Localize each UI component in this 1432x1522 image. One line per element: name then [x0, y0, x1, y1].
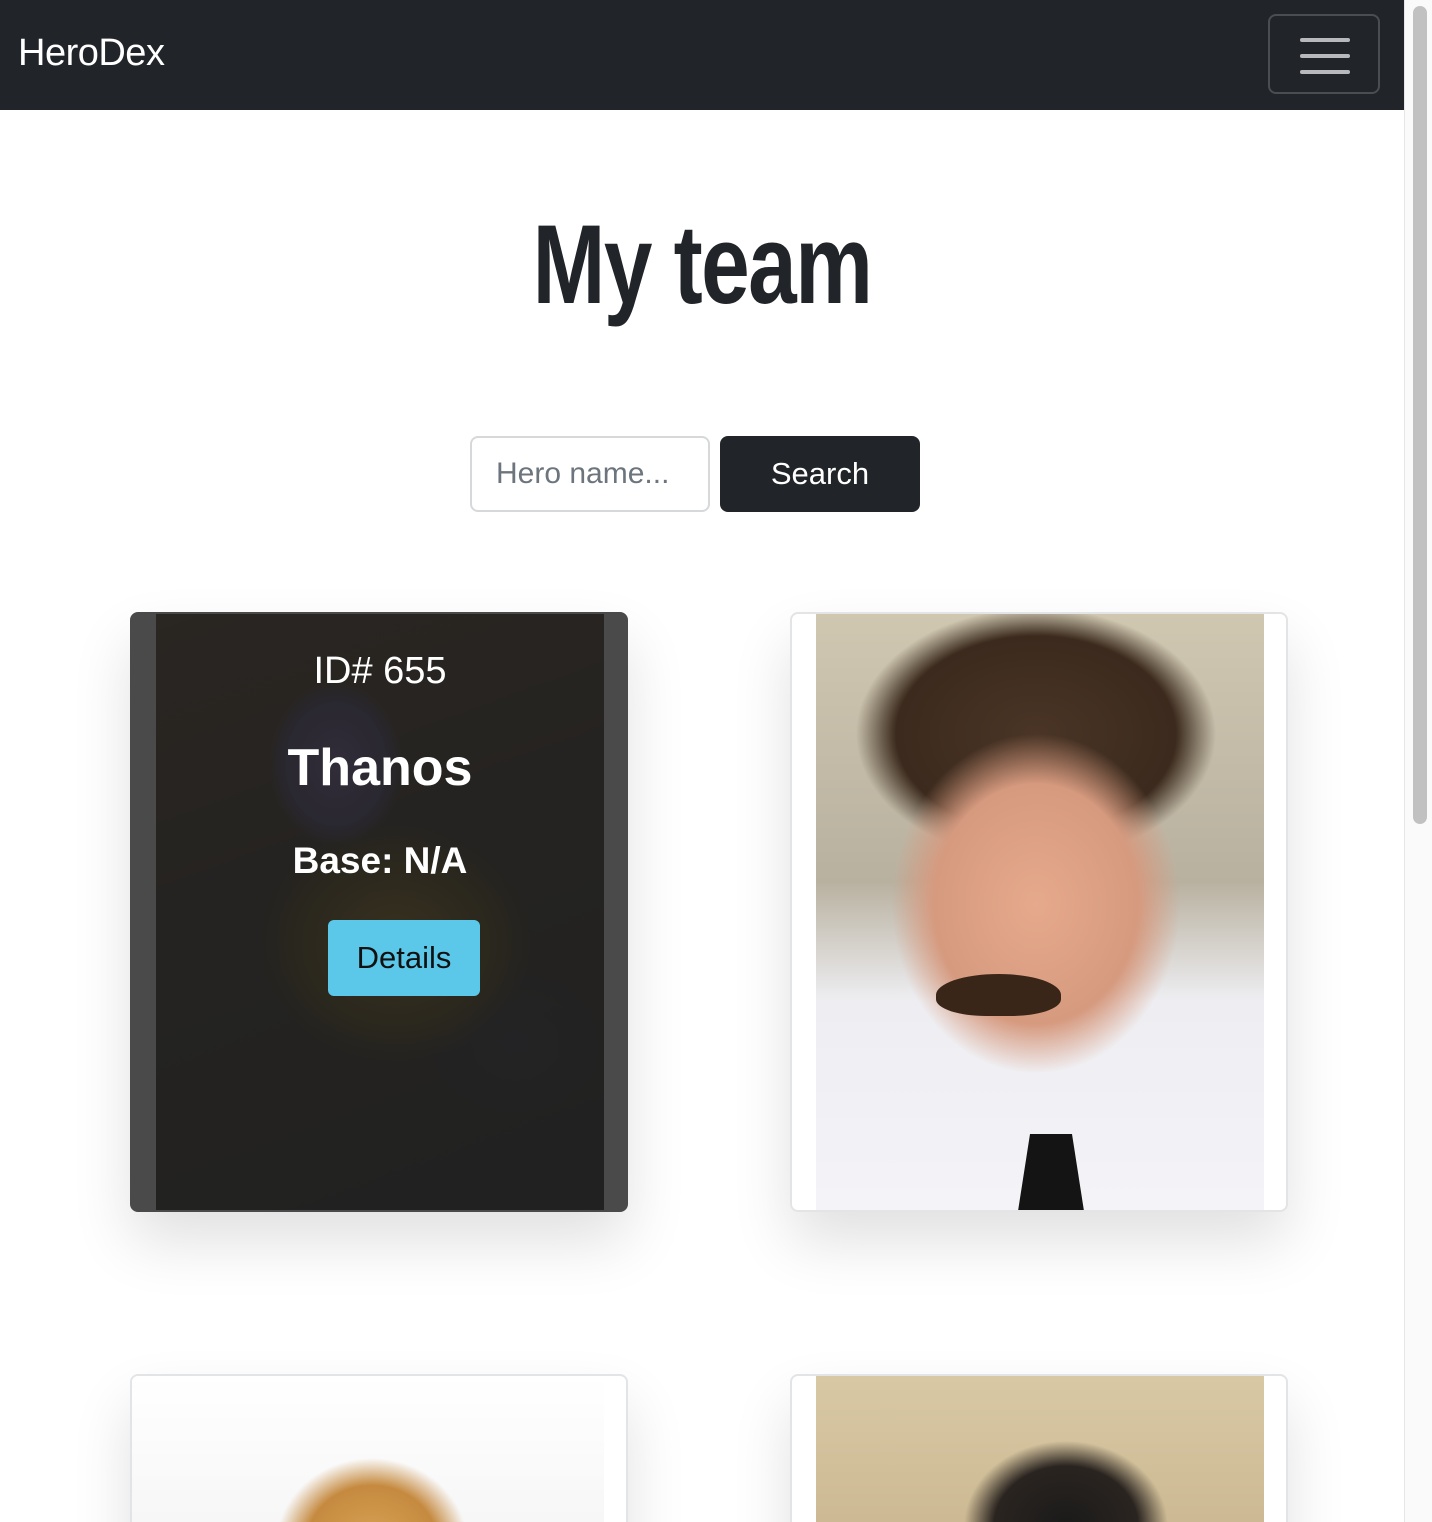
hero-card[interactable]: [130, 1374, 628, 1522]
hero-card[interactable]: [790, 612, 1288, 1212]
search-input[interactable]: [470, 436, 710, 512]
brand-logo[interactable]: HeroDex: [18, 32, 165, 75]
hero-image: ID# 655 Thanos Base: N/A Details: [156, 614, 604, 1210]
hero-name: Thanos: [287, 739, 473, 797]
scrollbar[interactable]: [1404, 0, 1432, 1522]
scrollbar-thumb[interactable]: [1413, 6, 1427, 824]
hero-image: [132, 1376, 604, 1522]
hero-id: ID# 655: [313, 650, 447, 692]
hero-image: [816, 614, 1264, 1210]
details-button[interactable]: Details: [328, 920, 480, 996]
hero-image: [816, 1376, 1264, 1522]
hero-card[interactable]: [790, 1374, 1288, 1522]
hero-card[interactable]: ID# 655 Thanos Base: N/A Details: [130, 612, 628, 1212]
search-button[interactable]: Search: [720, 436, 920, 512]
hero-base: Base: N/A: [292, 840, 468, 881]
menu-toggle-button[interactable]: [1268, 14, 1380, 94]
page-title: My team: [532, 202, 873, 327]
navbar: HeroDex: [0, 0, 1404, 110]
card-overlay: [156, 614, 604, 1210]
